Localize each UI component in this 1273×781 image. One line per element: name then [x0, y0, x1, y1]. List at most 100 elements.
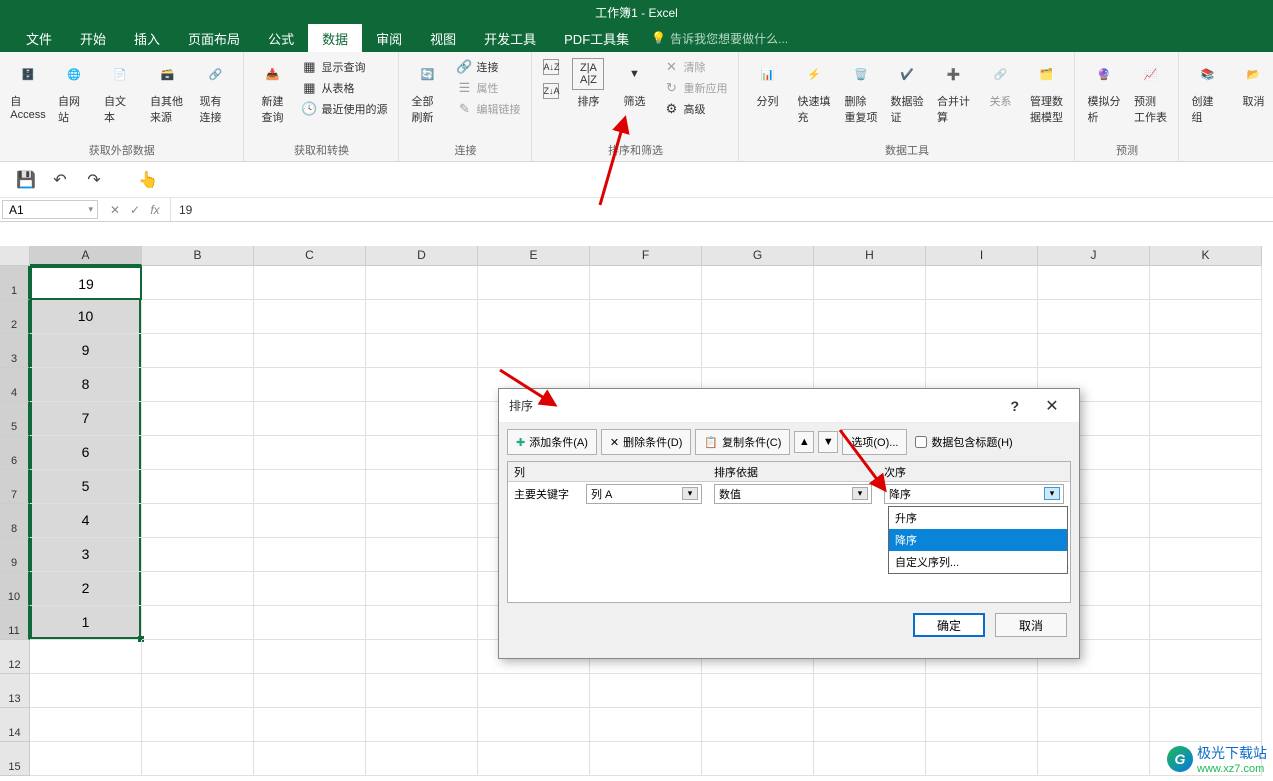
cell[interactable]: [142, 266, 254, 300]
cell[interactable]: [478, 708, 590, 742]
properties-button[interactable]: ☰属性: [453, 79, 523, 97]
cell[interactable]: [366, 708, 478, 742]
remove-dup-button[interactable]: 🗑️删除 重复项: [841, 56, 881, 127]
cell[interactable]: [366, 572, 478, 606]
cell[interactable]: [254, 742, 366, 776]
row-header[interactable]: 11: [0, 606, 30, 640]
cell[interactable]: [478, 266, 590, 300]
cell[interactable]: [366, 538, 478, 572]
order-option-custom[interactable]: 自定义序列...: [889, 551, 1067, 573]
cell[interactable]: [1038, 266, 1150, 300]
cell[interactable]: [142, 504, 254, 538]
tab-view[interactable]: 视图: [416, 24, 470, 52]
cell[interactable]: [1150, 300, 1262, 334]
col-header-B[interactable]: B: [142, 246, 254, 266]
cancel-formula-button[interactable]: ✕: [106, 203, 124, 217]
dialog-close-button[interactable]: ✕: [1035, 389, 1069, 423]
cell[interactable]: [142, 742, 254, 776]
cell[interactable]: 6: [30, 436, 142, 470]
cell[interactable]: [1150, 606, 1262, 640]
whatif-button[interactable]: 🔮模拟分析: [1083, 56, 1124, 127]
row-header[interactable]: 13: [0, 674, 30, 708]
cell[interactable]: [1150, 436, 1262, 470]
cell[interactable]: [590, 334, 702, 368]
flash-fill-button[interactable]: ⚡快速填充: [793, 56, 835, 127]
formula-input[interactable]: 19: [171, 198, 1273, 221]
cell[interactable]: [1150, 504, 1262, 538]
row-header[interactable]: 12: [0, 640, 30, 674]
cell[interactable]: [30, 674, 142, 708]
cell[interactable]: [702, 708, 814, 742]
cell[interactable]: [814, 266, 926, 300]
cell[interactable]: [1038, 334, 1150, 368]
cell[interactable]: [590, 266, 702, 300]
move-up-button[interactable]: ▲: [794, 431, 814, 453]
cell[interactable]: [366, 266, 478, 300]
cell[interactable]: [366, 640, 478, 674]
cell[interactable]: [30, 742, 142, 776]
row-header[interactable]: 4: [0, 368, 30, 402]
row-header[interactable]: 10: [0, 572, 30, 606]
cell[interactable]: 7: [30, 402, 142, 436]
order-select[interactable]: 降序: [884, 484, 1064, 504]
cell[interactable]: [702, 266, 814, 300]
cell[interactable]: [254, 266, 366, 300]
row-header[interactable]: 9: [0, 538, 30, 572]
cell[interactable]: [142, 368, 254, 402]
cell[interactable]: [1150, 572, 1262, 606]
col-header-G[interactable]: G: [702, 246, 814, 266]
cell[interactable]: [254, 334, 366, 368]
from-other-button[interactable]: 🗃️自其他来源: [146, 56, 189, 127]
consolidate-button[interactable]: ➕合并计算: [933, 56, 975, 127]
cell[interactable]: [30, 640, 142, 674]
tab-data[interactable]: 数据: [308, 24, 362, 52]
cell[interactable]: [478, 742, 590, 776]
cell[interactable]: [926, 266, 1038, 300]
accept-formula-button[interactable]: ✓: [126, 203, 144, 217]
delete-level-button[interactable]: ✕删除条件(D): [601, 429, 692, 455]
row-header[interactable]: 14: [0, 708, 30, 742]
cell[interactable]: [702, 300, 814, 334]
cell[interactable]: 3: [30, 538, 142, 572]
cell[interactable]: [814, 674, 926, 708]
fx-button[interactable]: fx: [146, 203, 164, 217]
recent-sources-button[interactable]: 🕓最近使用的源: [298, 100, 390, 118]
tab-pdf[interactable]: PDF工具集: [550, 24, 643, 52]
row-header[interactable]: 5: [0, 402, 30, 436]
cell[interactable]: 10: [30, 300, 142, 334]
options-button[interactable]: 选项(O)...: [842, 429, 907, 455]
cell[interactable]: [1038, 674, 1150, 708]
cell[interactable]: [366, 436, 478, 470]
cell[interactable]: [926, 708, 1038, 742]
cell[interactable]: [254, 572, 366, 606]
data-validation-button[interactable]: ✔️数据验 证: [887, 56, 927, 127]
cell[interactable]: [366, 674, 478, 708]
cell[interactable]: [142, 436, 254, 470]
cell[interactable]: [254, 538, 366, 572]
cell[interactable]: [814, 334, 926, 368]
order-option-desc[interactable]: 降序: [889, 529, 1067, 551]
data-model-button[interactable]: 🗂️管理数 据模型: [1026, 56, 1066, 127]
cell[interactable]: [254, 674, 366, 708]
cell[interactable]: [366, 402, 478, 436]
cell[interactable]: [590, 300, 702, 334]
cell[interactable]: [366, 742, 478, 776]
cell[interactable]: [142, 572, 254, 606]
name-box[interactable]: A1: [2, 200, 98, 219]
touch-mode-button[interactable]: 👆: [136, 168, 160, 192]
cell[interactable]: [926, 334, 1038, 368]
cell[interactable]: [1150, 708, 1262, 742]
row-header[interactable]: 6: [0, 436, 30, 470]
new-query-button[interactable]: 📥新建 查询: [252, 56, 292, 127]
clear-filter-button[interactable]: ✕清除: [660, 58, 730, 76]
text-to-cols-button[interactable]: 📊分列: [747, 56, 787, 111]
from-text-button[interactable]: 📄自文本: [100, 56, 140, 127]
ok-button[interactable]: 确定: [913, 613, 985, 637]
checkbox-input[interactable]: [915, 436, 927, 448]
cell[interactable]: [814, 300, 926, 334]
cell[interactable]: 5: [30, 470, 142, 504]
sort-asc-button[interactable]: A↓Z: [540, 58, 562, 76]
relations-button[interactable]: 🔗关系: [980, 56, 1020, 111]
tab-insert[interactable]: 插入: [120, 24, 174, 52]
cell[interactable]: [142, 334, 254, 368]
